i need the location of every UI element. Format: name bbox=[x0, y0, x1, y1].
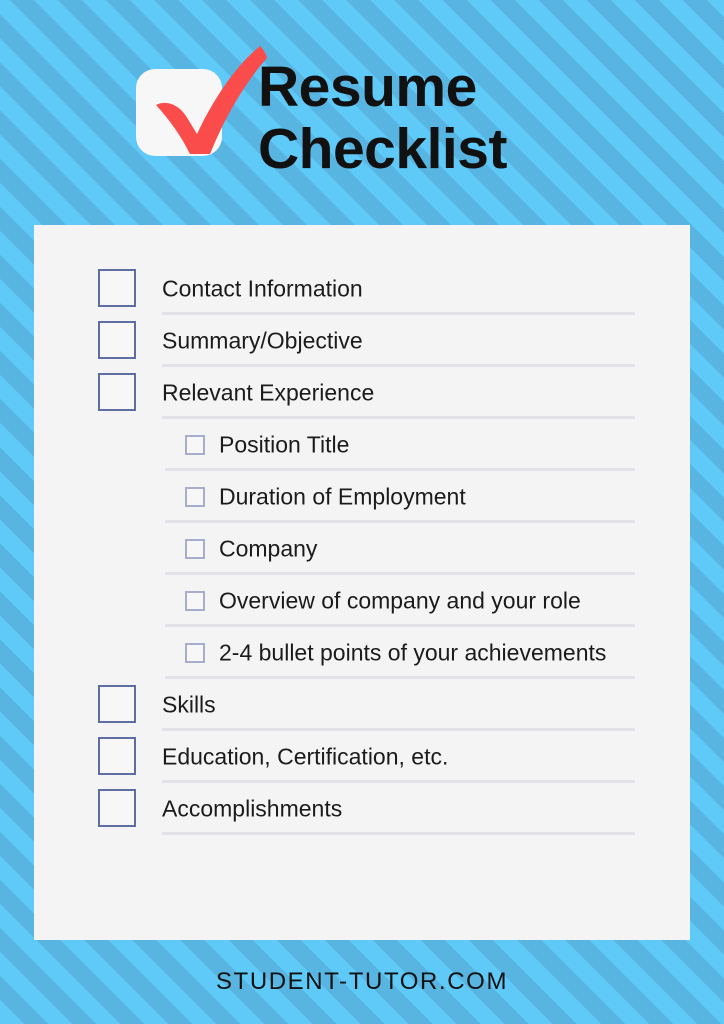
checklist-row[interactable]: Skills bbox=[34, 679, 690, 731]
checkbox-icon[interactable] bbox=[185, 435, 205, 455]
checkbox-icon[interactable] bbox=[98, 321, 136, 359]
checklist-item-label: Summary/Objective bbox=[162, 327, 363, 354]
checklist-row[interactable]: Accomplishments bbox=[34, 783, 690, 835]
checklist-item-label: Position Title bbox=[219, 431, 350, 458]
checklist-row[interactable]: Position Title bbox=[34, 419, 690, 471]
checklist-row[interactable]: Company bbox=[34, 523, 690, 575]
footer-website-text: STUDENT-TUTOR.COM bbox=[215, 968, 509, 995]
checklist-card: Contact Information Summary/Objective Rele… bbox=[34, 225, 690, 940]
checkbox-icon[interactable] bbox=[98, 737, 136, 775]
checkbox-icon[interactable] bbox=[98, 269, 136, 307]
checklist-row[interactable]: Relevant Experience bbox=[34, 367, 690, 419]
checklist-row[interactable]: Contact Information bbox=[34, 263, 690, 315]
poster-footer: STUDENT-TUTOR.COM bbox=[0, 940, 724, 1024]
page-title: Resume Checklist bbox=[258, 56, 698, 180]
checklist-item-label: Overview of company and your role bbox=[219, 587, 581, 614]
row-divider bbox=[162, 832, 635, 835]
title-line-2: Checklist bbox=[258, 117, 507, 181]
checkbox-icon[interactable] bbox=[185, 643, 205, 663]
checklist-row[interactable]: Education, Certification, etc. bbox=[34, 731, 690, 783]
checklist-item-label: Contact Information bbox=[162, 275, 363, 302]
checklist-list: Contact Information Summary/Objective Rele… bbox=[34, 263, 690, 835]
checklist-item-label: Company bbox=[219, 535, 318, 562]
check-mark-icon bbox=[156, 46, 267, 154]
checkbox-icon[interactable] bbox=[185, 591, 205, 611]
checklist-row[interactable]: Summary/Objective bbox=[34, 315, 690, 367]
checklist-row[interactable]: 2-4 bullet points of your achievements bbox=[34, 627, 690, 679]
checklist-item-label: Relevant Experience bbox=[162, 379, 375, 406]
poster-header: Resume Checklist bbox=[0, 0, 724, 225]
checkbox-icon[interactable] bbox=[185, 539, 205, 559]
checkbox-icon[interactable] bbox=[98, 373, 136, 411]
title-line-1: Resume bbox=[258, 55, 477, 119]
checklist-row[interactable]: Duration of Employment bbox=[34, 471, 690, 523]
checklist-item-label: Skills bbox=[162, 691, 216, 718]
checklist-item-label: 2-4 bullet points of your achievements bbox=[219, 639, 607, 666]
checklist-item-label: Accomplishments bbox=[162, 795, 343, 822]
checklist-row[interactable]: Overview of company and your role bbox=[34, 575, 690, 627]
checkbox-icon[interactable] bbox=[98, 685, 136, 723]
checkbox-icon[interactable] bbox=[185, 487, 205, 507]
checklist-item-label: Duration of Employment bbox=[219, 483, 466, 510]
resume-checklist-poster: Resume Checklist Contact Information Summ… bbox=[0, 0, 724, 1024]
checkbox-icon[interactable] bbox=[98, 789, 136, 827]
checklist-item-label: Education, Certification, etc. bbox=[162, 743, 449, 770]
